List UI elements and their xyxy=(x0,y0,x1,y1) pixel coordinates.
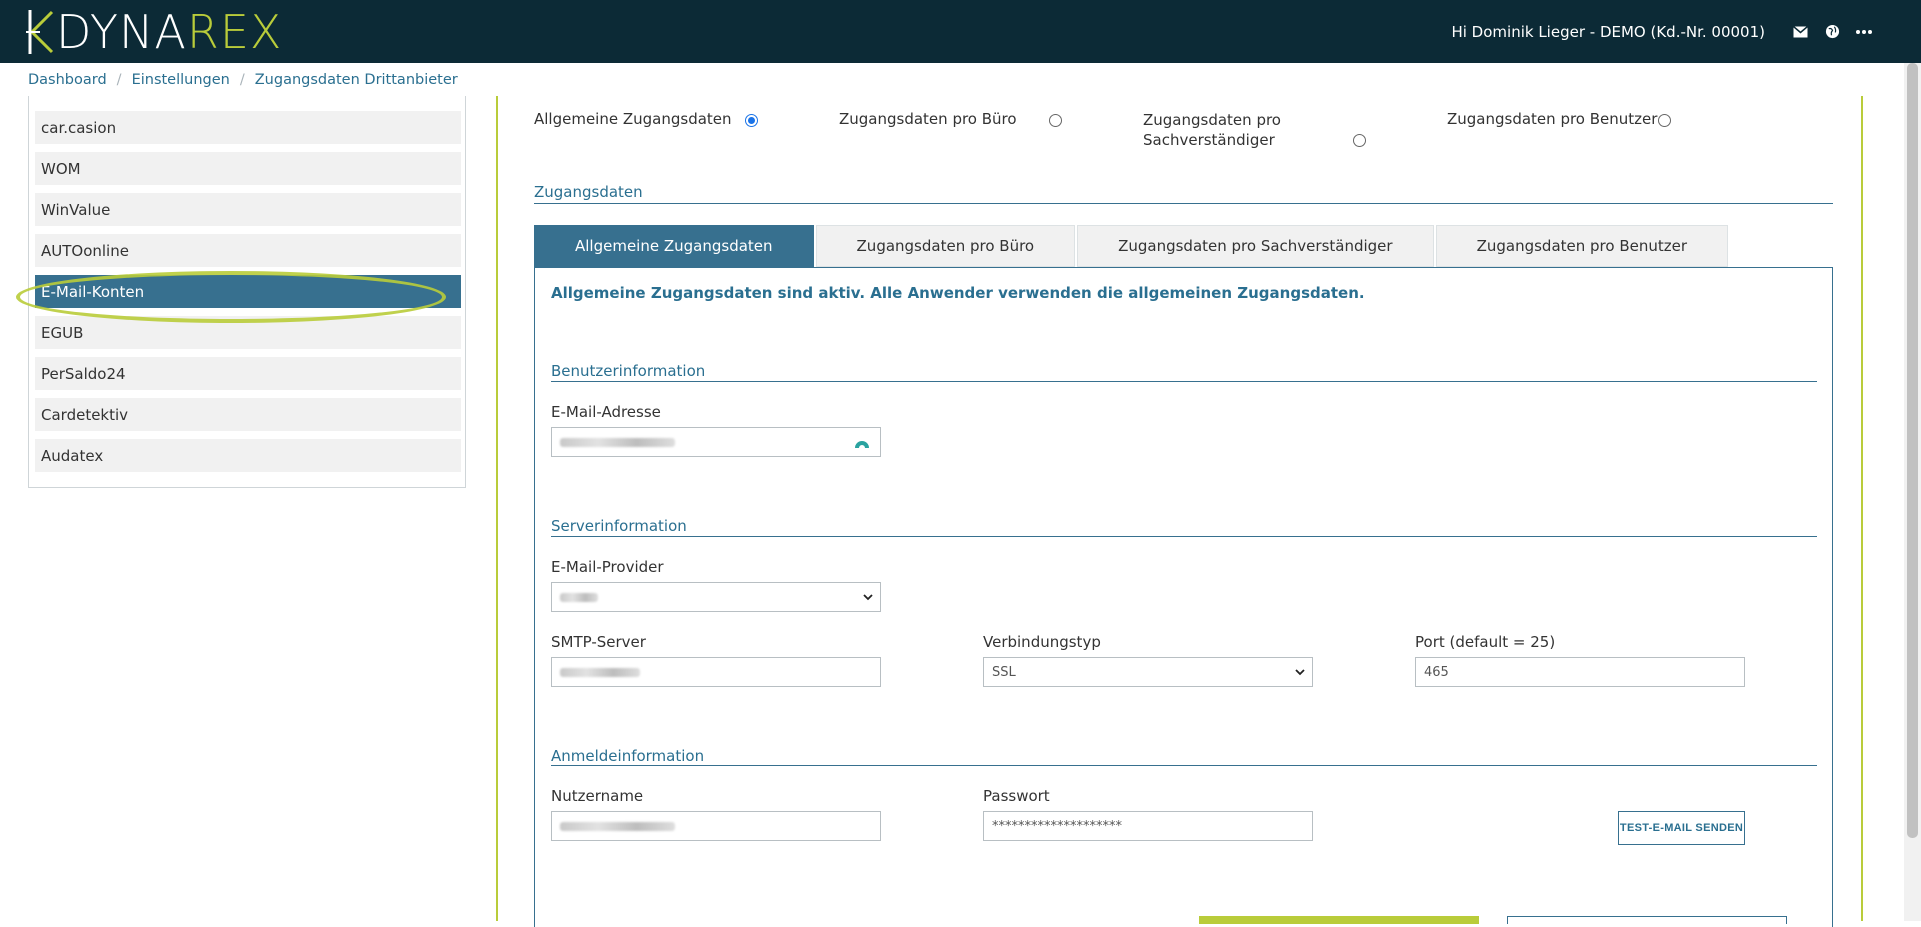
tab-buero[interactable]: Zugangsdaten pro Büro xyxy=(815,225,1076,267)
port-field[interactable]: 465 xyxy=(1415,657,1745,687)
radio-buero[interactable] xyxy=(1049,114,1062,127)
mode-label-allgemein: Allgemeine Zugangsdaten xyxy=(534,110,732,128)
save-button[interactable] xyxy=(1199,916,1479,924)
mode-label-buero: Zugangsdaten pro Büro xyxy=(839,110,1017,128)
radio-sachverstaendiger[interactable] xyxy=(1353,134,1366,147)
smtp-label: SMTP-Server xyxy=(551,633,646,651)
passwort-value: ******************** xyxy=(992,818,1122,834)
sidebar-item-winvalue[interactable]: WinValue xyxy=(35,193,461,226)
sidebar-item-cardetektiv[interactable]: Cardetektiv xyxy=(35,398,461,431)
more-icon[interactable] xyxy=(1855,23,1873,41)
breadcrumb-separator: / xyxy=(239,71,245,88)
verbindungstyp-label: Verbindungstyp xyxy=(983,633,1101,651)
sidebar-item-egub[interactable]: EGUB xyxy=(35,316,461,349)
port-label: Port (default = 25) xyxy=(1415,633,1556,651)
sidebar-item-audatex[interactable]: Audatex xyxy=(35,439,461,472)
mode-label-line1: Zugangsdaten pro xyxy=(1143,111,1281,129)
blurred-value xyxy=(560,437,675,447)
chevron-down-icon xyxy=(862,591,874,603)
section-title-server: Serverinformation xyxy=(551,517,687,535)
blurred-value xyxy=(560,667,640,677)
dynarex-logo[interactable]: DYNAREX xyxy=(26,8,282,56)
section-divider xyxy=(551,536,1817,537)
section-divider xyxy=(551,381,1817,382)
tab-content-panel: Allgemeine Zugangsdaten sind aktiv. Alle… xyxy=(534,267,1833,927)
cancel-button[interactable] xyxy=(1507,916,1787,924)
top-navbar: DYNAREX Hi Dominik Lieger - DEMO (Kd.-Nr… xyxy=(0,0,1921,63)
mode-label-benutzer: Zugangsdaten pro Benutzer xyxy=(1447,110,1658,128)
tab-bar: Allgemeine Zugangsdaten Zugangsdaten pro… xyxy=(534,225,1730,267)
sidebar-item-autoonline[interactable]: AUTOonline xyxy=(35,234,461,267)
smtp-server-field[interactable] xyxy=(551,657,881,687)
provider-sidebar: car.casion WOM WinValue AUTOonline E-Mai… xyxy=(28,96,466,488)
chevron-down-icon xyxy=(1294,666,1306,678)
breadcrumb-dashboard[interactable]: Dashboard xyxy=(28,72,107,88)
port-value: 465 xyxy=(1424,664,1449,680)
verbindungstyp-select[interactable]: SSL xyxy=(983,657,1313,687)
page-scrollbar[interactable] xyxy=(1904,63,1921,921)
tab-allgemein[interactable]: Allgemeine Zugangsdaten xyxy=(534,225,814,267)
blurred-value xyxy=(560,592,598,602)
breadcrumb-einstellungen[interactable]: Einstellungen xyxy=(132,72,230,88)
email-label: E-Mail-Adresse xyxy=(551,403,661,421)
breadcrumb-current[interactable]: Zugangsdaten Drittanbieter xyxy=(255,72,458,88)
info-message: Allgemeine Zugangsdaten sind aktiv. Alle… xyxy=(551,284,1365,302)
globe-icon[interactable] xyxy=(1823,23,1841,41)
scrollbar-thumb[interactable] xyxy=(1907,63,1918,838)
user-area: Hi Dominik Lieger - DEMO (Kd.-Nr. 00001) xyxy=(1451,0,1873,63)
mode-label-sachverstaendiger: Zugangsdaten pro Sachverständiger xyxy=(1143,110,1281,150)
section-divider xyxy=(551,765,1817,766)
section-title-benutzer: Benutzerinformation xyxy=(551,362,706,380)
nutzername-field[interactable] xyxy=(551,811,881,841)
sidebar-item-carcasion[interactable]: car.casion xyxy=(35,111,461,144)
mail-icon[interactable] xyxy=(1791,23,1809,41)
section-divider xyxy=(534,203,1833,204)
verbindungstyp-value: SSL xyxy=(992,664,1016,680)
breadcrumb: Dashboard / Einstellungen / Zugangsdaten… xyxy=(28,63,458,96)
logo-text: DYNAREX xyxy=(56,5,283,59)
user-greeting[interactable]: Hi Dominik Lieger - DEMO (Kd.-Nr. 00001) xyxy=(1451,23,1765,41)
section-title-anmelde: Anmeldeinformation xyxy=(551,747,705,765)
sidebar-item-email-konten[interactable]: E-Mail-Konten xyxy=(35,275,461,308)
passwort-field[interactable]: ******************** xyxy=(983,811,1313,841)
email-provider-select[interactable] xyxy=(551,582,881,612)
radio-benutzer[interactable] xyxy=(1658,114,1671,127)
tab-benutzer[interactable]: Zugangsdaten pro Benutzer xyxy=(1435,225,1729,267)
mode-label-line2: Sachverständiger xyxy=(1143,131,1275,149)
blurred-value xyxy=(560,821,675,831)
passwort-label: Passwort xyxy=(983,787,1050,805)
tab-sachverstaendiger[interactable]: Zugangsdaten pro Sachverständiger xyxy=(1077,225,1434,267)
test-email-button[interactable]: TEST-E-MAIL SENDEN xyxy=(1618,811,1745,845)
logo-mark-icon xyxy=(26,8,56,56)
email-field[interactable] xyxy=(551,427,881,457)
radio-allgemein[interactable] xyxy=(745,114,758,127)
password-manager-icon[interactable] xyxy=(854,435,870,453)
sidebar-item-persaldo24[interactable]: PerSaldo24 xyxy=(35,357,461,390)
nutzername-label: Nutzername xyxy=(551,787,644,805)
sidebar-item-wom[interactable]: WOM xyxy=(35,152,461,185)
breadcrumb-separator: / xyxy=(116,71,122,88)
section-title-zugangsdaten: Zugangsdaten xyxy=(534,183,643,201)
provider-label: E-Mail-Provider xyxy=(551,558,664,576)
mode-radio-group: Allgemeine Zugangsdaten Zugangsdaten pro… xyxy=(534,110,1834,152)
